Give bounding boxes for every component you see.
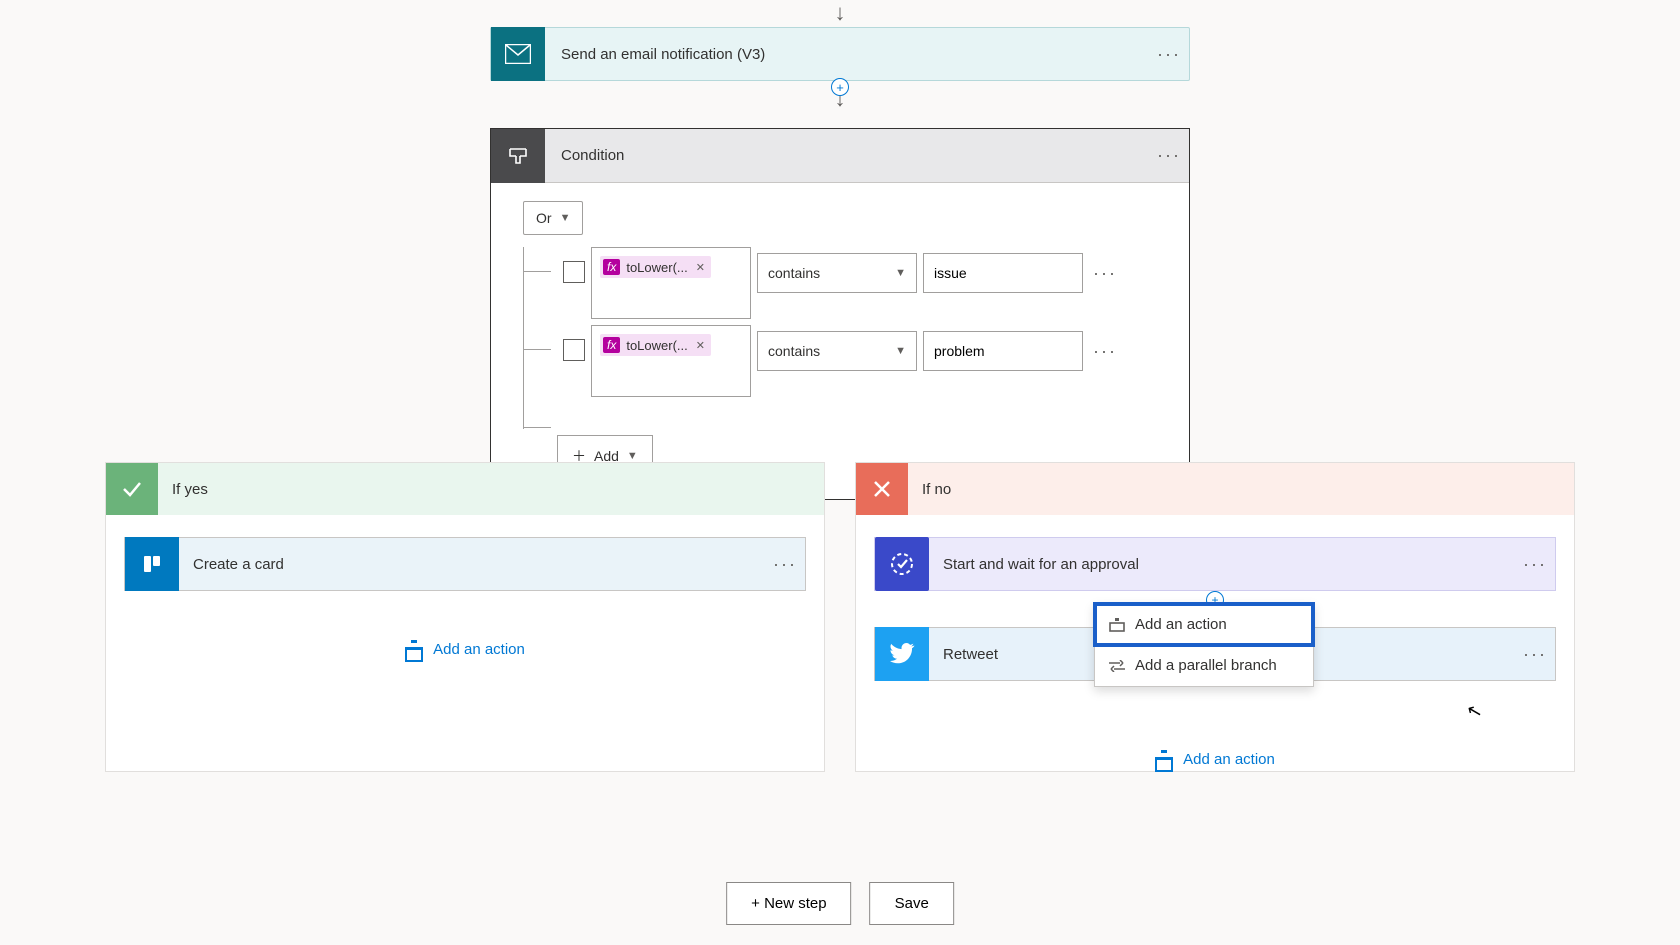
chevron-down-icon: ▼ — [895, 345, 906, 357]
add-step-popup: Add an action Add a parallel branch ↖ — [1094, 603, 1314, 687]
footer: + New step Save — [726, 882, 954, 925]
condition-icon — [491, 129, 545, 183]
add-action-icon — [1109, 618, 1125, 632]
condition-header[interactable]: Condition ··· — [491, 129, 1189, 183]
step-send-email[interactable]: Send an email notification (V3) ··· — [490, 27, 1190, 81]
tree-line — [523, 403, 557, 423]
check-icon — [106, 463, 158, 515]
group-operator-select[interactable]: Or ▼ — [523, 201, 583, 235]
condition-card: Condition ··· Or ▼ fx toLower(... ✕ — [490, 128, 1190, 500]
popup-add-action[interactable]: Add an action — [1095, 604, 1313, 645]
mail-icon — [491, 27, 545, 81]
operator-label: contains — [768, 343, 820, 359]
more-menu-icon[interactable]: ··· — [1149, 145, 1189, 166]
expression-input[interactable]: fx toLower(... ✕ — [591, 247, 751, 319]
operator-label: contains — [768, 265, 820, 281]
branch-header-yes[interactable]: If yes — [106, 463, 824, 515]
remove-token-icon[interactable]: ✕ — [694, 261, 705, 274]
tree-line — [523, 247, 557, 319]
add-step-between-button[interactable]: + — [831, 78, 849, 96]
step-title: Start and wait for an approval — [929, 556, 1515, 573]
add-action-icon — [1155, 753, 1173, 767]
fx-token[interactable]: fx toLower(... ✕ — [600, 256, 711, 278]
condition-title: Condition — [545, 147, 1149, 164]
value-input[interactable] — [923, 331, 1083, 371]
step-title: Create a card — [179, 556, 765, 573]
operator-select[interactable]: contains ▼ — [757, 253, 917, 293]
group-operator-label: Or — [536, 210, 552, 226]
tree-line — [523, 325, 557, 397]
twitter-icon — [875, 627, 929, 681]
branch-no: If no Start and wait for an approval ···… — [855, 462, 1575, 772]
popup-add-parallel[interactable]: Add a parallel branch — [1095, 645, 1313, 686]
row-menu-icon[interactable]: ··· — [1089, 263, 1121, 284]
add-action-link[interactable]: Add an action — [124, 641, 806, 658]
row-checkbox[interactable] — [563, 261, 585, 283]
value-input[interactable] — [923, 253, 1083, 293]
add-action-icon — [405, 643, 423, 657]
add-action-link[interactable]: Add an action — [874, 751, 1556, 768]
fx-badge-icon: fx — [603, 259, 620, 275]
more-menu-icon[interactable]: ··· — [1149, 44, 1189, 65]
expression-input[interactable]: fx toLower(... ✕ — [591, 325, 751, 397]
branch-title: If no — [908, 481, 951, 498]
row-menu-icon[interactable]: ··· — [1089, 341, 1121, 362]
chevron-down-icon: ▼ — [895, 267, 906, 279]
remove-token-icon[interactable]: ✕ — [694, 339, 705, 352]
condition-row: fx toLower(... ✕ contains ▼ ··· — [523, 325, 1171, 397]
fx-badge-icon: fx — [603, 337, 620, 353]
chevron-down-icon: ▼ — [560, 212, 571, 224]
condition-branches: If yes Create a card ··· Add an action — [105, 462, 1575, 772]
fx-label: toLower(... — [626, 260, 687, 275]
more-menu-icon[interactable]: ··· — [1515, 644, 1555, 665]
new-step-button[interactable]: + New step — [726, 882, 851, 925]
branch-yes: If yes Create a card ··· Add an action — [105, 462, 825, 772]
add-action-label: Add an action — [1183, 751, 1275, 768]
popup-item-label: Add an action — [1135, 616, 1227, 633]
cursor-icon: ↖ — [1465, 699, 1485, 723]
save-button[interactable]: Save — [870, 882, 954, 925]
popup-item-label: Add a parallel branch — [1135, 657, 1277, 674]
arrow-down-icon: ↓ — [835, 2, 846, 24]
chevron-down-icon: ▼ — [627, 450, 638, 462]
more-menu-icon[interactable]: ··· — [765, 554, 805, 575]
approval-icon — [875, 537, 929, 591]
branch-title: If yes — [158, 481, 208, 498]
fx-label: toLower(... — [626, 338, 687, 353]
trello-icon — [125, 537, 179, 591]
condition-row: fx toLower(... ✕ contains ▼ ··· — [523, 247, 1171, 319]
step-title: Send an email notification (V3) — [545, 46, 1149, 63]
row-checkbox[interactable] — [563, 339, 585, 361]
close-icon — [856, 463, 908, 515]
fx-token[interactable]: fx toLower(... ✕ — [600, 334, 711, 356]
parallel-branch-icon — [1109, 660, 1125, 672]
step-approval[interactable]: Start and wait for an approval ··· — [874, 537, 1556, 591]
operator-select[interactable]: contains ▼ — [757, 331, 917, 371]
branch-header-no[interactable]: If no — [856, 463, 1574, 515]
more-menu-icon[interactable]: ··· — [1515, 554, 1555, 575]
step-create-card[interactable]: Create a card ··· — [124, 537, 806, 591]
add-action-label: Add an action — [433, 641, 525, 658]
